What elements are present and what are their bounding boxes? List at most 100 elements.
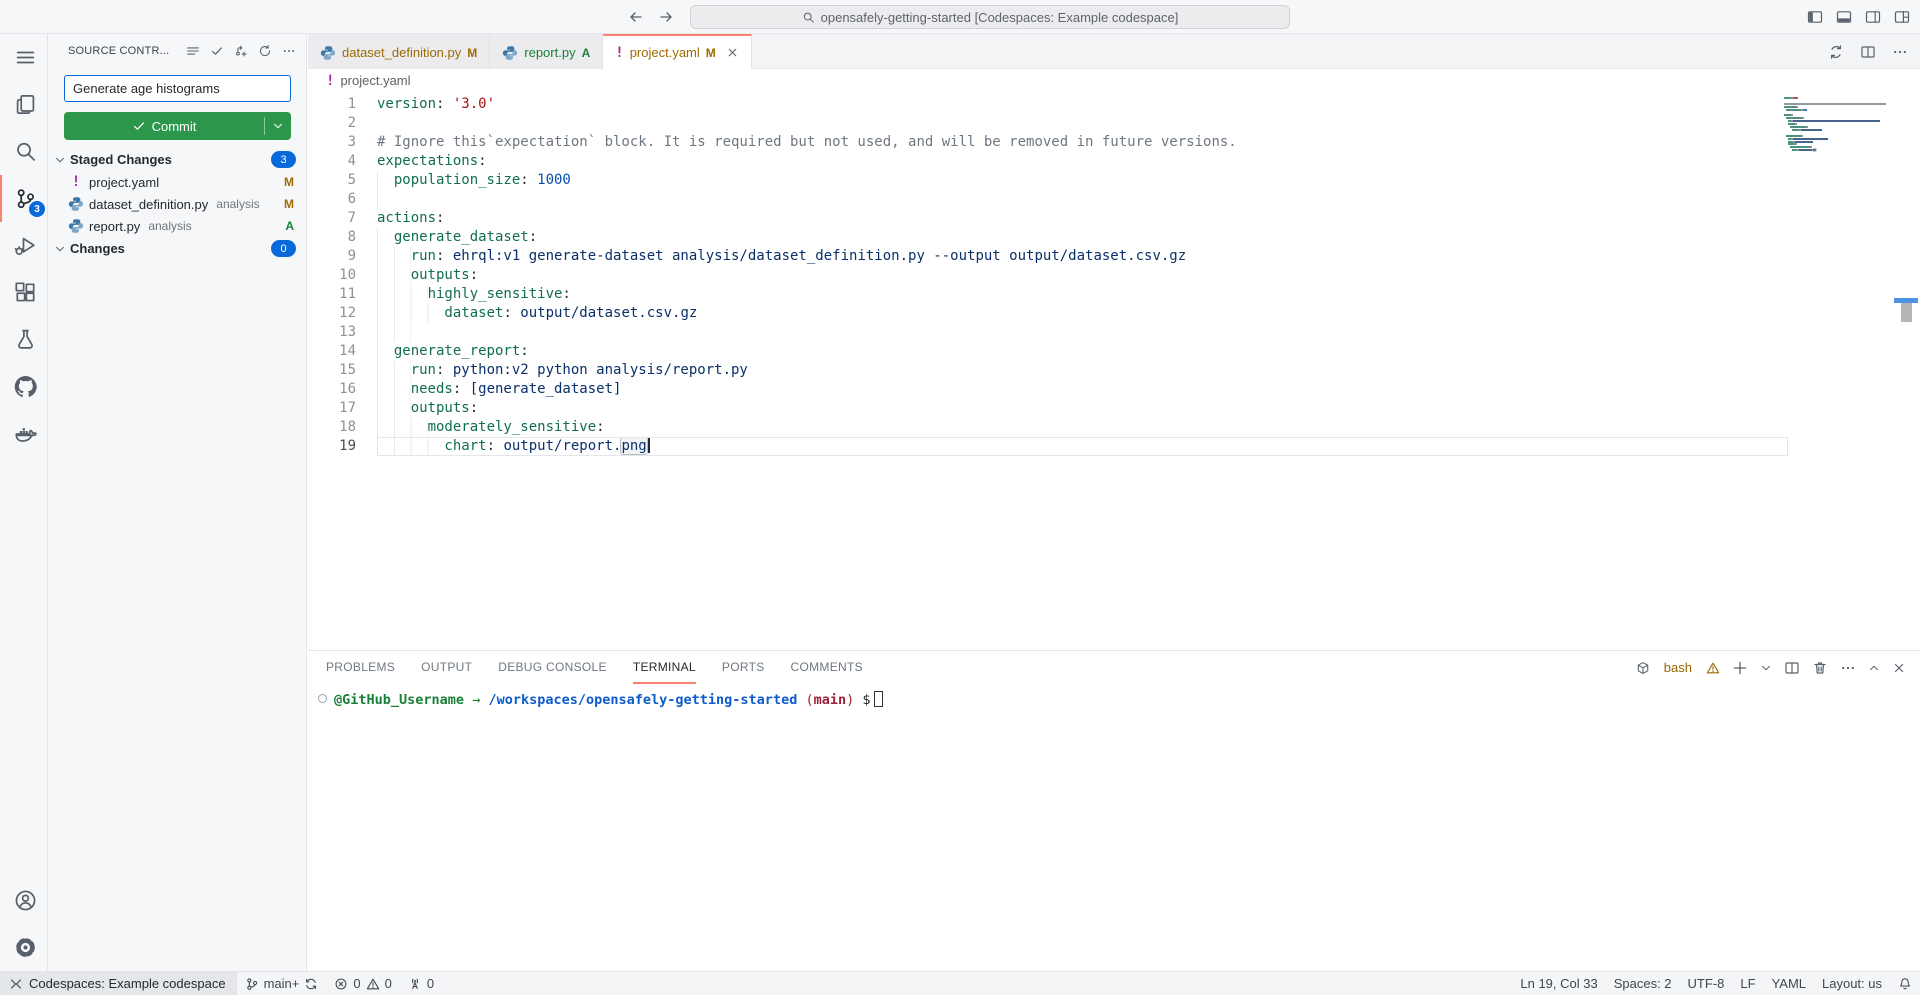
code-line-19[interactable]: 19chart: output/report.png <box>308 437 1788 456</box>
problems-status[interactable]: 0 0 <box>326 972 399 995</box>
panel-tab-problems[interactable]: PROBLEMS <box>326 651 395 684</box>
toggle-primary-sidebar-icon[interactable] <box>1807 9 1823 25</box>
more-actions-icon[interactable] <box>1840 660 1856 676</box>
activity-item-docker[interactable] <box>0 410 48 457</box>
activity-item-testing[interactable] <box>0 316 48 363</box>
forward-icon[interactable] <box>658 9 674 25</box>
graph-icon[interactable] <box>234 44 248 58</box>
activity-item-extensions[interactable] <box>0 269 48 316</box>
code-editor[interactable]: 1version: '3.0'23# Ignore this`expectati… <box>308 92 1920 650</box>
close-tab-icon[interactable] <box>726 46 739 59</box>
commit-button[interactable]: Commit <box>64 112 291 140</box>
code-line-18[interactable]: 18moderately_sensitive: <box>308 418 1788 437</box>
code-line-8[interactable]: 8generate_dataset: <box>308 228 1788 247</box>
line-number: 3 <box>308 133 377 152</box>
code-line-7[interactable]: 7actions: <box>308 209 1788 228</box>
toggle-panel-icon[interactable] <box>1836 9 1852 25</box>
customize-layout-icon[interactable] <box>1894 9 1910 25</box>
code-line-4[interactable]: 4expectations: <box>308 152 1788 171</box>
search-icon <box>802 11 815 24</box>
activity-item-accounts[interactable] <box>0 877 48 924</box>
activity-item-source-control[interactable]: 3 <box>0 175 48 222</box>
activity-item-github[interactable] <box>0 363 48 410</box>
code-line-11[interactable]: 11highly_sensitive: <box>308 285 1788 304</box>
activity-item-run-debug[interactable] <box>0 222 48 269</box>
minimap-token <box>1792 129 1799 131</box>
commit-check-icon[interactable] <box>210 44 224 58</box>
ports-status[interactable]: 0 <box>400 972 442 995</box>
panel-tab-debug-console[interactable]: DEBUG CONSOLE <box>498 651 607 684</box>
code-line-6[interactable]: 6 <box>308 190 1788 209</box>
maximize-panel-icon[interactable] <box>1868 662 1880 674</box>
code-line-2[interactable]: 2 <box>308 114 1788 133</box>
commit-button-main[interactable]: Commit <box>64 119 264 134</box>
kill-terminal-icon[interactable] <box>1812 660 1828 676</box>
refresh-icon[interactable] <box>258 44 272 58</box>
code-line-3[interactable]: 3# Ignore this`expectation` block. It is… <box>308 133 1788 152</box>
terminal-toolbar: bash <box>1636 651 1906 684</box>
encoding-status[interactable]: UTF-8 <box>1680 972 1733 995</box>
close-panel-icon[interactable] <box>1892 661 1906 675</box>
tab-report.py[interactable]: report.pyA <box>490 34 603 69</box>
branch-status[interactable]: main+ <box>237 972 327 995</box>
command-center[interactable]: opensafely-getting-started [Codespaces: … <box>690 5 1290 29</box>
code-line-14[interactable]: 14generate_report: <box>308 342 1788 361</box>
scm-group-changes[interactable]: Changes0 <box>48 237 306 260</box>
tab-project.yaml[interactable]: !project.yamlM <box>603 34 752 69</box>
minimap-token <box>1784 97 1791 99</box>
indentation-status[interactable]: Spaces: 2 <box>1606 972 1680 995</box>
tab-dataset_definition.py[interactable]: dataset_definition.pyM <box>308 34 490 69</box>
code-line-9[interactable]: 9run: ehrql:v1 generate-dataset analysis… <box>308 247 1788 266</box>
code-line-10[interactable]: 10outputs: <box>308 266 1788 285</box>
activity-item-settings[interactable] <box>0 924 48 971</box>
panel-tab-ports[interactable]: PORTS <box>722 651 765 684</box>
back-icon[interactable] <box>628 9 644 25</box>
code-token: population_size <box>394 172 520 188</box>
commit-dropdown[interactable] <box>265 120 291 132</box>
code-line-5[interactable]: 5population_size: 1000 <box>308 171 1788 190</box>
eol-status[interactable]: LF <box>1732 972 1763 995</box>
code-line-13[interactable]: 13 <box>308 323 1788 342</box>
breadcrumb[interactable]: ! project.yaml <box>308 69 1920 92</box>
editor-group-actions <box>1828 34 1908 69</box>
activity-item-search[interactable] <box>0 128 48 175</box>
shell-label[interactable]: bash <box>1664 660 1692 675</box>
activity-item-menu[interactable] <box>0 34 48 81</box>
file-row[interactable]: dataset_definition.pyanalysisM <box>48 193 306 215</box>
view-as-list-icon[interactable] <box>186 44 200 58</box>
tab-label: report.py <box>524 45 575 60</box>
cursor-position[interactable]: Ln 19, Col 33 <box>1512 972 1605 995</box>
terminal[interactable]: @GitHub_Username → /workspaces/opensafel… <box>318 691 1920 710</box>
indent-guides <box>377 418 428 437</box>
scm-group-staged-changes[interactable]: Staged Changes3 <box>48 148 306 171</box>
split-terminal-icon[interactable] <box>1784 660 1800 676</box>
commit-message-input[interactable] <box>64 75 291 102</box>
code-line-12[interactable]: 12dataset: output/dataset.csv.gz <box>308 304 1788 323</box>
split-editor-icon[interactable] <box>1860 44 1876 60</box>
line-number: 16 <box>308 380 377 399</box>
more-actions-icon[interactable] <box>282 44 296 58</box>
remote-indicator[interactable]: Codespaces: Example codespace <box>0 972 237 995</box>
editor-cursor <box>648 437 650 453</box>
file-row[interactable]: !project.yamlM <box>48 171 306 193</box>
activity-bar: 3 <box>0 34 48 971</box>
panel-tab-terminal[interactable]: TERMINAL <box>633 651 696 684</box>
code-line-17[interactable]: 17outputs: <box>308 399 1788 418</box>
activity-item-explorer[interactable] <box>0 81 48 128</box>
toggle-secondary-sidebar-icon[interactable] <box>1865 9 1881 25</box>
code-line-15[interactable]: 15run: python:v2 python analysis/report.… <box>308 361 1788 380</box>
panel-tab-comments[interactable]: COMMENTS <box>791 651 863 684</box>
minimap[interactable] <box>1784 97 1890 169</box>
notifications[interactable] <box>1890 972 1920 995</box>
code-line-16[interactable]: 16needs: [generate_dataset] <box>308 380 1788 399</box>
code-line-1[interactable]: 1version: '3.0' <box>308 95 1788 114</box>
terminal-dropdown-icon[interactable] <box>1760 662 1772 674</box>
panel-tab-output[interactable]: OUTPUT <box>421 651 472 684</box>
file-row[interactable]: report.pyanalysisA <box>48 215 306 237</box>
new-terminal-icon[interactable] <box>1732 660 1748 676</box>
keyboard-layout[interactable]: Layout: us <box>1814 972 1890 995</box>
more-actions-icon[interactable] <box>1892 44 1908 60</box>
language-mode[interactable]: YAML <box>1764 972 1814 995</box>
warning-icon[interactable] <box>1706 661 1720 675</box>
open-changes-icon[interactable] <box>1828 44 1844 60</box>
